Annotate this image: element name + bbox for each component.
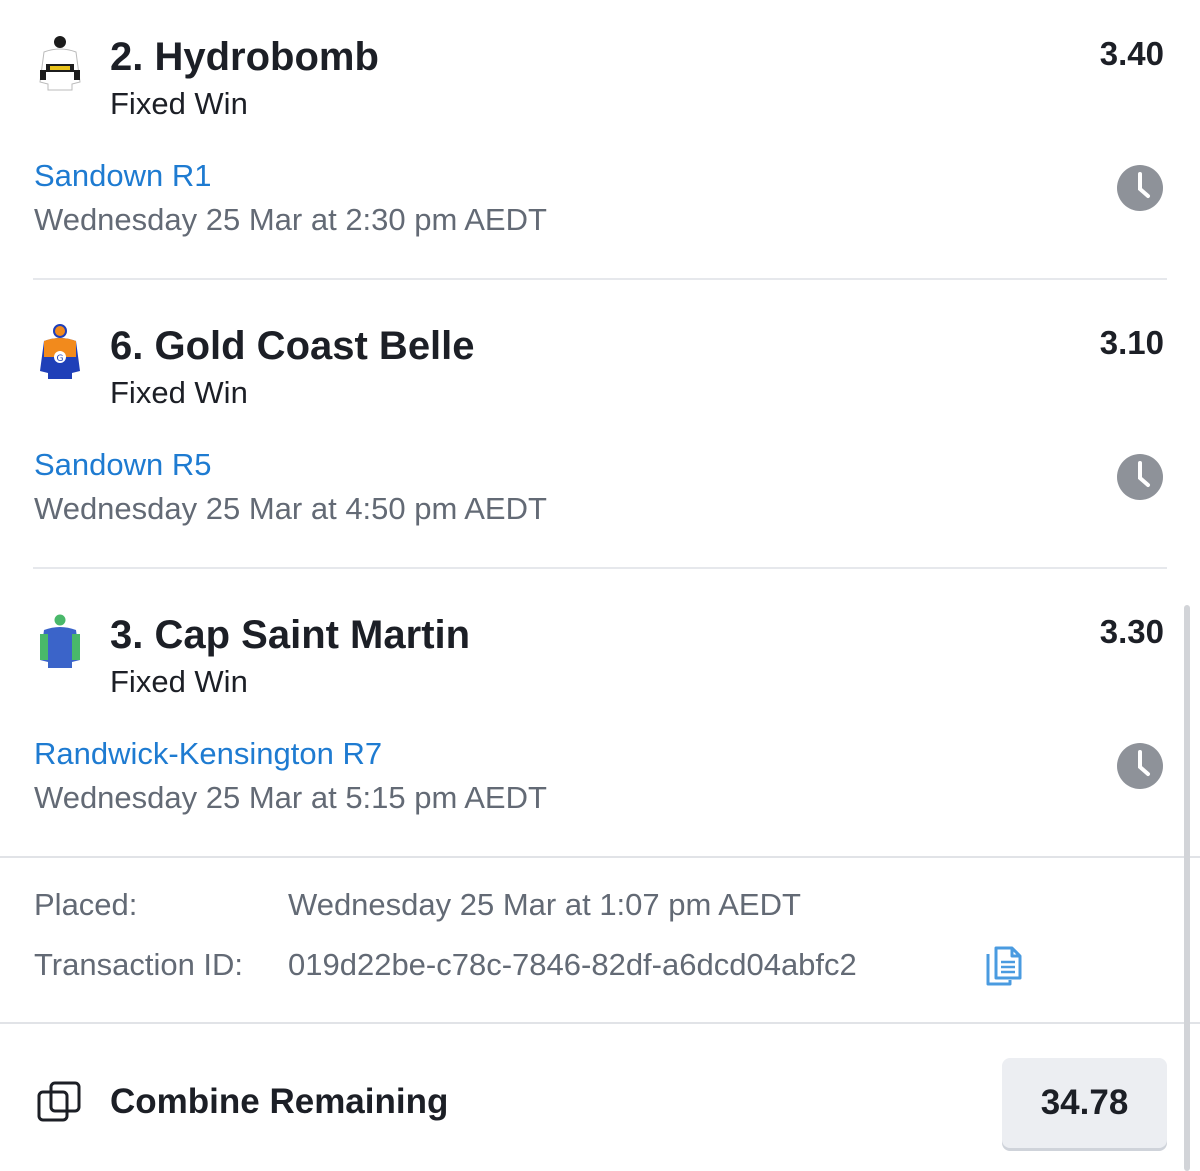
scrollbar[interactable] bbox=[1184, 605, 1190, 1171]
divider bbox=[33, 278, 1167, 280]
market-type: Fixed Win bbox=[110, 86, 248, 121]
odds-value: 3.30 bbox=[1099, 613, 1164, 650]
combine-icon bbox=[37, 1081, 81, 1122]
section-divider bbox=[0, 856, 1200, 858]
jockey-silk-icon bbox=[39, 36, 81, 91]
odds-value: 3.40 bbox=[1099, 35, 1164, 72]
clock-icon bbox=[1117, 454, 1163, 500]
runner-name: 2. Hydrobomb bbox=[110, 35, 379, 79]
race-link[interactable]: Sandown R5 bbox=[34, 447, 212, 483]
transaction-id: 019d22be-c78c-7846-82df-a6dcd04abfc2 bbox=[288, 947, 857, 982]
divider bbox=[33, 567, 1167, 569]
race-time: Wednesday 25 Mar at 4:50 pm AEDT bbox=[34, 491, 547, 526]
combine-remaining-label: Combine Remaining bbox=[110, 1082, 449, 1121]
market-type: Fixed Win bbox=[110, 664, 248, 699]
section-divider bbox=[0, 1022, 1200, 1024]
jockey-silk-icon bbox=[40, 613, 80, 668]
runner-name: 3. Cap Saint Martin bbox=[110, 613, 471, 657]
transaction-label: Transaction ID: bbox=[34, 947, 244, 982]
clock-icon bbox=[1117, 165, 1163, 211]
market-type: Fixed Win bbox=[110, 375, 248, 410]
svg-text:G: G bbox=[57, 354, 64, 364]
odds-value: 3.10 bbox=[1099, 324, 1164, 361]
race-time: Wednesday 25 Mar at 2:30 pm AEDT bbox=[34, 202, 547, 237]
runner-name: 6. Gold Coast Belle bbox=[110, 324, 475, 368]
race-time: Wednesday 25 Mar at 5:15 pm AEDT bbox=[34, 780, 547, 815]
race-link[interactable]: Sandown R1 bbox=[34, 158, 212, 194]
jockey-silk-icon: G bbox=[40, 324, 80, 379]
placed-label: Placed: bbox=[34, 887, 138, 922]
clock-icon bbox=[1117, 743, 1163, 789]
race-link[interactable]: Randwick-Kensington R7 bbox=[34, 736, 382, 772]
placed-value: Wednesday 25 Mar at 1:07 pm AEDT bbox=[288, 887, 801, 922]
combine-remaining-button[interactable]: 34.78 bbox=[1002, 1058, 1167, 1148]
bet-detail-page: 2. Hydrobomb Fixed Win 3.40 Sandown R1 W… bbox=[0, 0, 1200, 1171]
copy-icon[interactable] bbox=[984, 944, 1024, 988]
